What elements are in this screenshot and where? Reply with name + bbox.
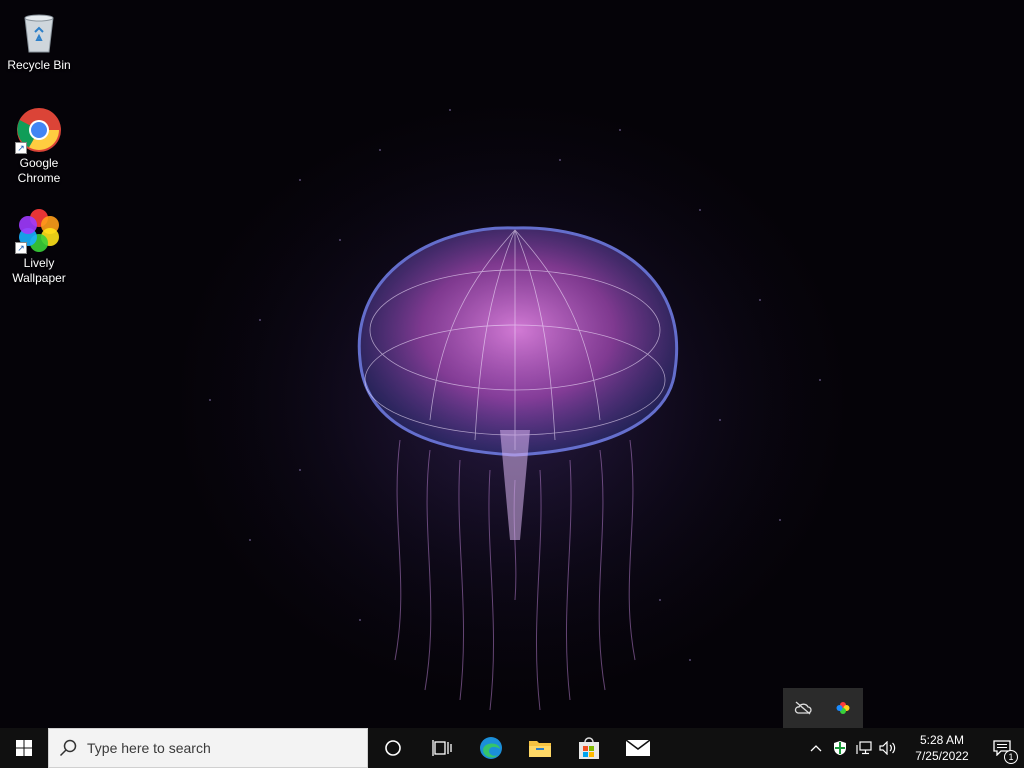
notification-count-badge: 1 bbox=[1004, 750, 1018, 764]
lively-wallpaper-icon: ↗ bbox=[15, 206, 63, 254]
volume-icon bbox=[879, 741, 896, 755]
chevron-up-icon bbox=[810, 745, 822, 752]
volume-button[interactable] bbox=[876, 728, 900, 768]
desktop-icon-lively-wallpaper[interactable]: ↗ Lively Wallpaper bbox=[2, 206, 76, 286]
desktop-icon-recycle-bin[interactable]: Recycle Bin bbox=[2, 8, 76, 73]
microsoft-store-icon bbox=[578, 737, 599, 759]
desktop-icon-label: Lively Wallpaper bbox=[12, 256, 66, 285]
mail-taskbar-button[interactable] bbox=[613, 728, 662, 768]
desktop-wallpaper bbox=[0, 0, 1024, 728]
taskbar-search-box[interactable]: Type here to search bbox=[48, 728, 368, 768]
network-button[interactable] bbox=[852, 728, 876, 768]
taskbar: Type here to search 5:28 AM 7/25/2022 1 bbox=[0, 728, 1024, 768]
system-tray: 5:28 AM 7/25/2022 1 bbox=[804, 728, 1024, 768]
desktop-icon-google-chrome[interactable]: ↗ Google Chrome bbox=[2, 106, 76, 186]
windows-start-icon bbox=[16, 740, 32, 756]
desktop-icon-label: Recycle Bin bbox=[7, 58, 71, 72]
cloud-offline-icon[interactable] bbox=[793, 698, 813, 718]
taskbar-clock[interactable]: 5:28 AM 7/25/2022 bbox=[904, 732, 980, 764]
action-center-button[interactable]: 1 bbox=[980, 728, 1024, 768]
show-hidden-icons-button[interactable] bbox=[804, 728, 828, 768]
start-button[interactable] bbox=[0, 728, 48, 768]
microsoft-store-taskbar-button[interactable] bbox=[564, 728, 613, 768]
clock-time: 5:28 AM bbox=[919, 733, 965, 747]
cortana-button[interactable] bbox=[368, 728, 417, 768]
edge-icon bbox=[479, 737, 502, 759]
network-icon bbox=[856, 741, 872, 755]
search-placeholder: Type here to search bbox=[87, 740, 211, 756]
cortana-icon bbox=[384, 740, 401, 756]
shortcut-arrow-icon: ↗ bbox=[15, 142, 27, 154]
windows-security-icon bbox=[834, 741, 846, 755]
search-icon bbox=[59, 739, 77, 757]
windows-security-button[interactable] bbox=[828, 728, 852, 768]
clock-date: 7/25/2022 bbox=[915, 749, 969, 763]
edge-taskbar-button[interactable] bbox=[466, 728, 515, 768]
desktop-icon-label: Google Chrome bbox=[17, 156, 61, 185]
jellyfish-illustration bbox=[182, 100, 842, 711]
shortcut-arrow-icon: ↗ bbox=[15, 242, 27, 254]
chrome-icon: ↗ bbox=[15, 106, 63, 154]
task-view-button[interactable] bbox=[417, 728, 466, 768]
tray-overflow-popup bbox=[783, 688, 863, 728]
file-explorer-icon bbox=[528, 741, 551, 757]
file-explorer-taskbar-button[interactable] bbox=[515, 728, 564, 768]
mail-icon bbox=[625, 740, 650, 756]
recycle-bin-icon bbox=[15, 8, 63, 56]
task-view-icon bbox=[431, 740, 452, 756]
lively-tray-icon[interactable] bbox=[833, 698, 853, 718]
